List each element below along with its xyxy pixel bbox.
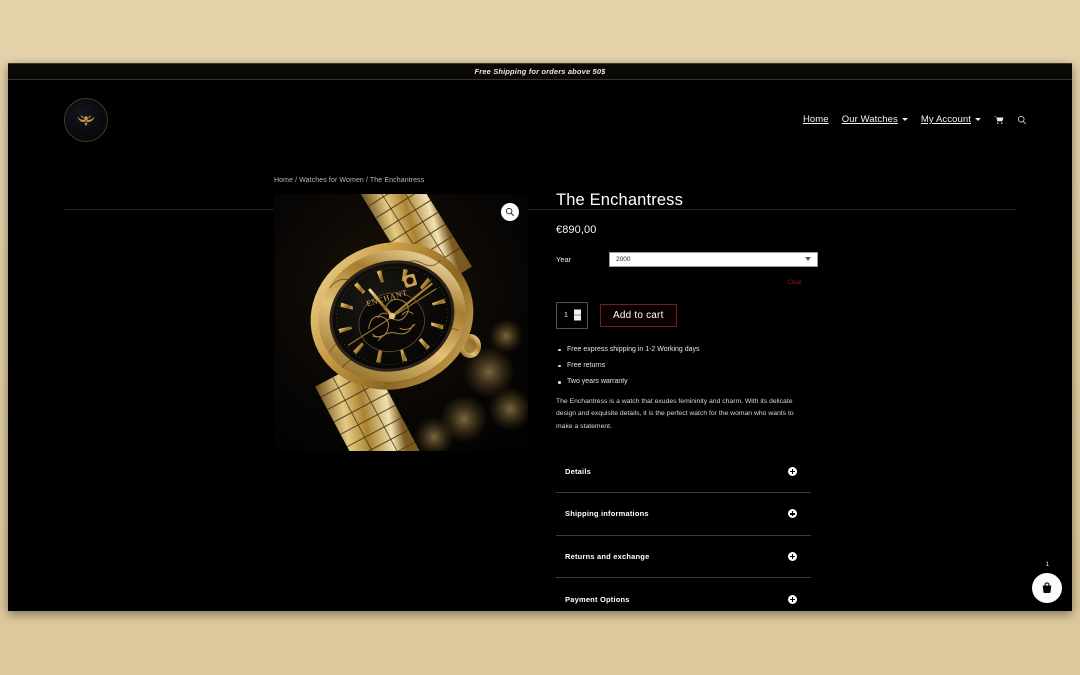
- accordion-item-payment-options[interactable]: Payment Options: [556, 578, 811, 611]
- year-select-value: 2000: [616, 255, 631, 263]
- product-gallery[interactable]: ENCHANT: [274, 194, 528, 451]
- list-item: Two years warranty: [556, 378, 818, 386]
- shopping-basket-icon: [1042, 582, 1052, 593]
- add-to-cart-button[interactable]: Add to cart: [600, 303, 677, 327]
- product-variations: Year 2000 Clear: [556, 251, 818, 289]
- accordion-label: Shipping informations: [565, 509, 649, 519]
- floating-cart-button[interactable]: 1: [1032, 562, 1062, 603]
- list-item: Free express shipping in 1-2 Working day…: [556, 346, 818, 354]
- plus-circle-icon: [788, 466, 797, 476]
- magnifier-glyph: [505, 207, 515, 217]
- plus-circle-icon: [788, 509, 797, 519]
- variation-row-year: Year 2000: [556, 251, 818, 267]
- clear-variation-link[interactable]: Clear: [788, 280, 802, 286]
- accordion-item-returns-and-exchange[interactable]: Returns and exchange: [556, 536, 811, 579]
- floating-cart-count: 1: [1045, 562, 1049, 568]
- breadcrumb[interactable]: Home / Watches for Women / The Enchantre…: [274, 177, 424, 184]
- page-frame: Free Shipping for orders above 50$ Home: [8, 63, 1072, 611]
- accordion-label: Returns and exchange: [565, 551, 650, 561]
- product-description: The Enchantress is a watch that exudes f…: [556, 397, 794, 430]
- clear-row: Clear: [556, 271, 818, 289]
- accordion-label: Payment Options: [565, 594, 630, 604]
- quantity-spinner-icon[interactable]: [574, 309, 581, 321]
- quantity-stepper[interactable]: 1: [556, 301, 588, 329]
- year-label: Year: [556, 254, 572, 264]
- plus-circle-icon: [788, 594, 797, 604]
- list-item: Free returns: [556, 362, 818, 370]
- product-area: Home / Watches for Women / The Enchantre…: [8, 63, 1072, 611]
- magnifier-zoom-icon[interactable]: [501, 203, 519, 221]
- quantity-value: 1: [564, 311, 568, 319]
- accordion-label: Details: [565, 466, 591, 476]
- product-accordion: Details Shipping informations Returns an…: [556, 451, 811, 611]
- plus-circle-icon: [788, 551, 797, 561]
- add-to-cart-row: 1 Add to cart: [556, 301, 818, 329]
- product-summary: The Enchantress €890,00 Year 2000 Clear …: [556, 191, 818, 611]
- chevron-down-icon: [805, 257, 811, 262]
- accordion-item-shipping-informations[interactable]: Shipping informations: [556, 493, 811, 536]
- product-perks-list: Free express shipping in 1-2 Working day…: [556, 346, 818, 386]
- accordion-item-details[interactable]: Details: [556, 451, 811, 494]
- product-price: €890,00: [556, 223, 597, 236]
- product-image: ENCHANT: [274, 194, 528, 451]
- page-title: The Enchantress: [556, 191, 683, 209]
- year-select[interactable]: 2000: [609, 251, 818, 267]
